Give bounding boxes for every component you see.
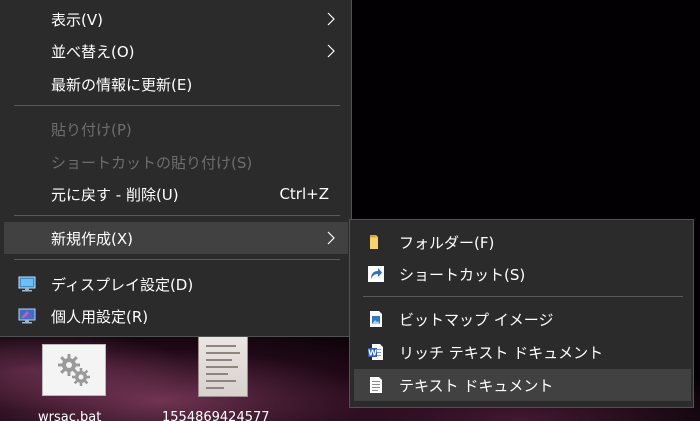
thumbnail-line <box>206 380 236 382</box>
text-document-icon <box>370 377 382 393</box>
desktop-icon-label[interactable]: 1554869424577 <box>162 410 270 421</box>
svg-text:W: W <box>368 349 377 358</box>
chevron-right-icon <box>327 12 335 26</box>
menu-item-label: 個人用設定(R) <box>51 307 149 326</box>
image-thumbnail-icon[interactable] <box>198 335 248 397</box>
chevron-right-icon <box>327 44 335 58</box>
thumbnail-line <box>206 359 232 361</box>
thumbnail-line <box>206 373 228 375</box>
desktop-icon-label[interactable]: wrsac.bat <box>38 410 101 421</box>
desktop-context-menu: 表示(V) 並べ替え(O) 最新の情報に更新(E) 貼り付け(P) ショートカッ… <box>0 0 352 337</box>
menu-item-paste: 貼り付け(P) <box>4 113 348 145</box>
folder-icon <box>370 235 378 249</box>
display-icon <box>18 276 36 292</box>
desktop-icon-bat[interactable] <box>42 344 106 396</box>
menu-item-personalize[interactable]: 個人用設定(R) <box>4 300 348 332</box>
menu-item-sort[interactable]: 並べ替え(O) <box>4 35 348 67</box>
chevron-right-icon <box>327 231 335 245</box>
personalize-icon <box>18 308 36 324</box>
menu-item-label: 表示(V) <box>51 10 103 29</box>
menu-item-label: 並べ替え(O) <box>51 42 135 61</box>
menu-item-view[interactable]: 表示(V) <box>4 3 348 35</box>
menu-item-display-settings[interactable]: ディスプレイ設定(D) <box>4 268 348 300</box>
word-document-icon: W <box>368 344 383 360</box>
menu-separator <box>14 105 340 106</box>
thumbnail-line <box>206 387 224 389</box>
thumbnail-line <box>206 366 238 368</box>
submenu-item-shortcut[interactable]: ショートカット(S) <box>354 258 691 290</box>
menu-item-new[interactable]: 新規作成(X) <box>4 222 348 254</box>
submenu-item-label: フォルダー(F) <box>399 233 495 252</box>
menu-separator <box>14 259 340 260</box>
shortcut-icon <box>368 266 384 282</box>
new-submenu: フォルダー(F) ショートカット(S) ビットマップ イメージ W リッチ テキ… <box>349 219 694 408</box>
submenu-item-rich-text[interactable]: W リッチ テキスト ドキュメント <box>354 336 691 368</box>
thumbnail-line <box>206 352 240 354</box>
batch-file-gear-icon <box>58 354 90 386</box>
desktop: wrsac.bat 1554869424577 表示(V) 並べ替え(O) 最新… <box>0 0 700 421</box>
keyboard-shortcut: Ctrl+Z <box>279 185 329 203</box>
submenu-item-bitmap[interactable]: ビットマップ イメージ <box>354 303 691 335</box>
menu-item-label: 新規作成(X) <box>51 229 133 248</box>
submenu-item-folder[interactable]: フォルダー(F) <box>354 226 691 258</box>
menu-separator <box>14 215 340 216</box>
menu-item-label: ショートカットの貼り付け(S) <box>51 153 253 172</box>
submenu-item-label: テキスト ドキュメント <box>399 376 554 395</box>
bitmap-image-icon <box>370 311 382 327</box>
menu-separator <box>363 296 683 297</box>
menu-item-label: 貼り付け(P) <box>51 120 132 139</box>
submenu-item-text-document[interactable]: テキスト ドキュメント <box>354 369 691 401</box>
menu-item-paste-shortcut: ショートカットの貼り付け(S) <box>4 146 348 178</box>
submenu-item-label: ビットマップ イメージ <box>399 310 554 329</box>
submenu-item-label: リッチ テキスト ドキュメント <box>399 343 604 362</box>
menu-item-label: 最新の情報に更新(E) <box>51 75 193 94</box>
menu-item-label: ディスプレイ設定(D) <box>51 275 194 294</box>
menu-item-label: 元に戻す - 削除(U) <box>51 185 179 204</box>
menu-item-refresh[interactable]: 最新の情報に更新(E) <box>4 68 348 100</box>
submenu-item-label: ショートカット(S) <box>399 265 526 284</box>
thumbnail-line <box>206 345 236 347</box>
menu-item-undo-delete[interactable]: 元に戻す - 削除(U) Ctrl+Z <box>4 178 348 210</box>
